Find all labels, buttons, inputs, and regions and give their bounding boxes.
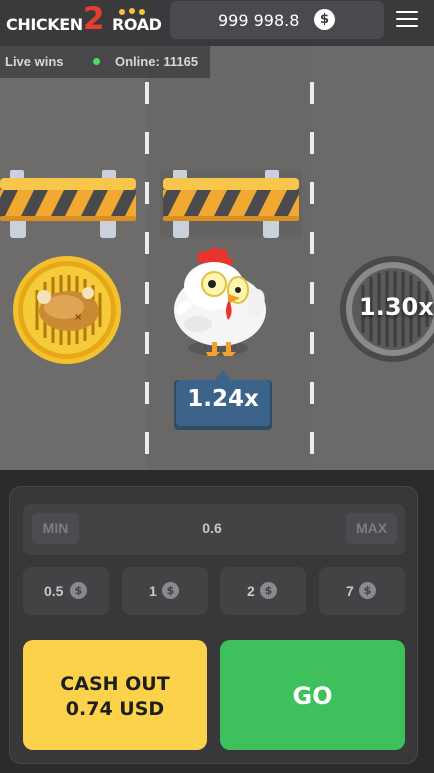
- top-header: CHICKEN 2 ROAD 999 998.8 $: [0, 0, 434, 46]
- dollar-coin-icon: $: [314, 9, 335, 30]
- max-bet-button[interactable]: MAX: [346, 513, 397, 544]
- cash-out-label: CASH OUT: [60, 673, 170, 695]
- dollar-coin-icon: $: [70, 582, 87, 599]
- chip-value: 1: [149, 583, 157, 599]
- dollar-coin-icon: $: [162, 582, 179, 599]
- quick-bet-chip[interactable]: 1 $: [122, 567, 208, 615]
- road-barrier-icon: [163, 170, 299, 238]
- live-stats-bar: Live wins Online: 11165: [0, 46, 210, 78]
- logo-number: 2: [83, 1, 105, 37]
- online-status-dot-icon: [93, 58, 100, 65]
- hamburger-menu-icon[interactable]: [396, 11, 418, 29]
- logo-text-left: CHICKEN: [6, 15, 83, 34]
- quick-bet-chip[interactable]: 0.5 $: [23, 567, 109, 615]
- svg-text:×: ×: [74, 312, 82, 323]
- balance-display: 999 998.8 $: [170, 1, 384, 39]
- game-screen: × 1.30x 1.24x CHICKEN 2 ROAD 999 998.8 $…: [0, 0, 434, 773]
- roast-chicken-coin-icon: ×: [13, 256, 121, 364]
- quick-bet-chip[interactable]: 7 $: [319, 567, 405, 615]
- logo-text-right: ROAD: [112, 15, 162, 34]
- go-button[interactable]: GO: [220, 640, 405, 750]
- chip-value: 0.5: [44, 583, 64, 599]
- game-logo: CHICKEN 2 ROAD: [6, 1, 166, 42]
- next-multiplier-label: 1.30x: [359, 293, 434, 321]
- cash-out-amount: 0.74 USD: [65, 698, 165, 720]
- balance-amount: 999 998.8: [218, 11, 300, 30]
- chicken-icon: [174, 247, 266, 356]
- road-barrier-icon: [0, 170, 136, 238]
- dollar-coin-icon: $: [260, 582, 277, 599]
- dollar-coin-icon: $: [359, 582, 376, 599]
- online-count: Online: 11165: [115, 54, 199, 69]
- cash-out-button[interactable]: CASH OUT 0.74 USD: [23, 640, 207, 750]
- live-wins-label[interactable]: Live wins: [5, 54, 64, 69]
- quick-bet-chip[interactable]: 2 $: [220, 567, 306, 615]
- bet-amount-input[interactable]: 0.6: [180, 520, 244, 536]
- chip-value: 7: [346, 583, 354, 599]
- chip-value: 2: [247, 583, 255, 599]
- min-bet-button[interactable]: MIN: [32, 513, 79, 544]
- current-multiplier-label: 1.24x: [187, 386, 259, 412]
- go-label: GO: [292, 682, 333, 710]
